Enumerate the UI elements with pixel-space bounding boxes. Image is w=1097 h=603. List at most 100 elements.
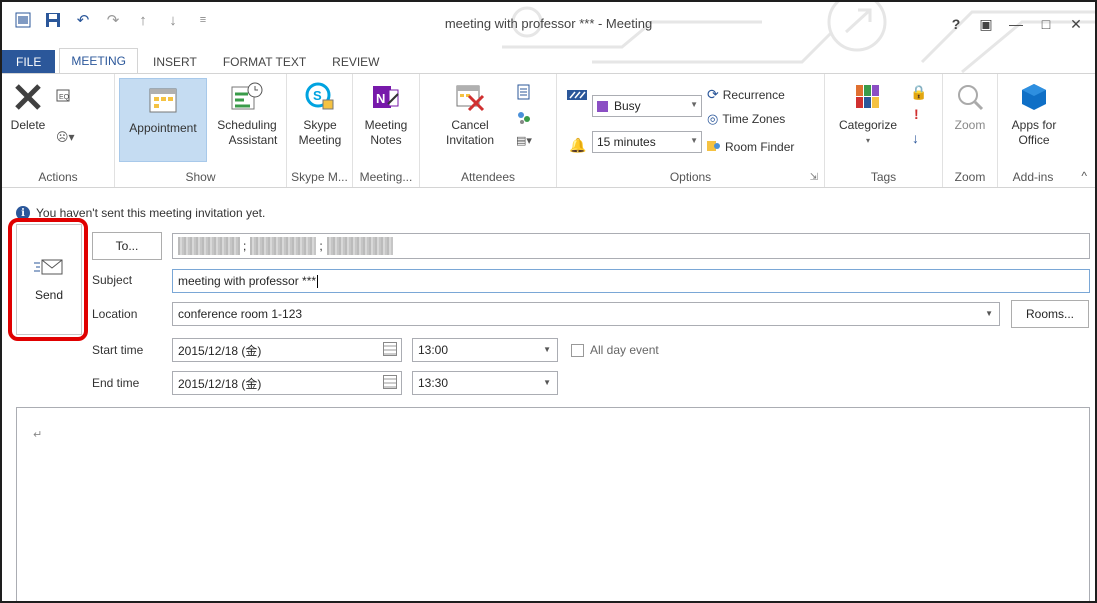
apps-for-office-icon <box>1017 80 1051 114</box>
globe-icon: ◎ <box>707 111 719 126</box>
tab-format-text[interactable]: FORMAT TEXT <box>212 50 317 74</box>
message-body-editor[interactable]: ↵ <box>16 407 1090 601</box>
high-importance-icon[interactable]: ! <box>914 106 919 122</box>
categorize-icon <box>851 80 885 114</box>
reminder-bell-icon: 🔔 <box>569 137 587 153</box>
cancel-invitation-button[interactable]: Cancel Invitation <box>442 80 498 148</box>
redacted-recipient <box>250 237 317 255</box>
rooms-button[interactable]: Rooms... <box>1011 300 1089 328</box>
chevron-down-icon: ▾ <box>865 136 870 145</box>
apps-for-office-button[interactable]: Apps for Office <box>1006 80 1062 148</box>
room-finder-button[interactable]: Room Finder <box>707 138 794 155</box>
end-time-dropdown[interactable]: 13:30 ▼ <box>412 371 558 395</box>
to-field[interactable]: ; ; <box>172 233 1090 259</box>
start-date-value: 2015/12/18 (金) <box>178 343 262 358</box>
address-book-icon[interactable] <box>516 84 532 103</box>
send-button[interactable]: Send <box>16 224 82 335</box>
group-label-options: Options <box>669 170 712 184</box>
show-as-dropdown[interactable]: Busy ▼ <box>592 95 702 117</box>
magnifier-icon <box>953 80 987 114</box>
scheduling-assistant-button[interactable]: Scheduling Assistant <box>209 80 285 148</box>
group-show: Appointment Scheduling Assistant Show <box>115 74 287 187</box>
help-button[interactable]: ? <box>941 12 971 36</box>
zoom-button[interactable]: Zoom <box>949 80 991 133</box>
calendar-picker-icon[interactable] <box>383 342 397 356</box>
categorize-button[interactable]: Categorize ▾ <box>835 80 901 148</box>
ignore-icon[interactable]: EQ <box>56 88 72 107</box>
delete-button[interactable]: Delete <box>8 80 48 133</box>
title-bar: ↶ ↷ ↑ ↓ ≡ meeting with professor *** - M… <box>2 2 1095 74</box>
calendar-icon <box>146 83 180 117</box>
svg-text:S: S <box>313 88 322 103</box>
location-label: Location <box>92 307 138 321</box>
to-button[interactable]: To... <box>92 232 162 260</box>
options-launcher-icon[interactable]: ⇲ <box>810 172 818 183</box>
time-zones-button[interactable]: ◎ Time Zones <box>707 111 785 127</box>
group-tags: Categorize ▾ 🔒 ! ↓ Tags <box>825 74 943 187</box>
tab-review[interactable]: REVIEW <box>321 50 390 74</box>
group-meeting-notes: N Meeting Notes Meeting... <box>353 74 420 187</box>
svg-text:N: N <box>376 91 385 106</box>
group-label-zoom: Zoom <box>954 170 986 184</box>
window-controls: ? ▣ — □ ✕ <box>941 12 1091 36</box>
calendar-picker-icon[interactable] <box>383 375 397 389</box>
group-attendees: Cancel Invitation ▤▾ Attendees <box>420 74 557 187</box>
skype-icon: S <box>303 80 337 114</box>
subject-input[interactable]: meeting with professor *** <box>172 269 1090 293</box>
start-time-label: Start time <box>92 343 144 357</box>
ribbon-display-options-icon[interactable]: ▣ <box>971 12 1001 36</box>
meeting-notes-button[interactable]: N Meeting Notes <box>361 80 411 148</box>
group-label-skype: Skype M... <box>291 170 348 184</box>
recurrence-button[interactable]: ⟳ Recurrence <box>707 86 785 103</box>
all-day-event-checkbox[interactable]: All day event <box>571 343 659 357</box>
group-zoom: Zoom Zoom <box>943 74 998 187</box>
ribbon-tabs: FILE MEETING INSERT FORMAT TEXT REVIEW <box>2 48 1095 74</box>
redacted-recipient <box>178 237 240 255</box>
maximize-button[interactable]: □ <box>1031 12 1061 36</box>
show-as-icon <box>567 88 587 105</box>
tab-meeting[interactable]: MEETING <box>59 48 139 74</box>
end-date-picker[interactable]: 2015/12/18 (金) <box>172 371 402 395</box>
junk-dropdown-icon[interactable]: ☹▾ <box>56 130 75 144</box>
group-skype: S Skype Meeting Skype M... <box>287 74 353 187</box>
meeting-window: ↶ ↷ ↑ ↓ ≡ meeting with professor *** - M… <box>0 0 1097 603</box>
onenote-icon: N <box>369 80 403 114</box>
check-names-icon[interactable] <box>516 110 532 129</box>
window-title: meeting with professor *** - Meeting <box>444 16 653 31</box>
tab-insert[interactable]: INSERT <box>142 50 208 74</box>
response-options-icon[interactable]: ▤▾ <box>516 134 532 147</box>
appointment-button[interactable]: Appointment <box>119 78 207 162</box>
tab-file[interactable]: FILE <box>2 50 56 74</box>
group-label-meeting-notes: Meeting... <box>359 170 413 184</box>
send-label: Send <box>34 288 64 302</box>
collapse-ribbon-icon[interactable]: ^ <box>1081 169 1087 183</box>
reminder-dropdown[interactable]: 15 minutes ▼ <box>592 131 702 153</box>
room-finder-icon <box>707 138 721 155</box>
group-label-attendees: Attendees <box>460 170 516 184</box>
chevron-down-icon[interactable]: ▼ <box>985 309 993 318</box>
svg-text:EQ: EQ <box>59 94 70 101</box>
chevron-down-icon: ▼ <box>690 100 698 109</box>
skype-meeting-button[interactable]: S Skype Meeting <box>295 80 345 148</box>
group-label-actions: Actions <box>38 170 78 184</box>
low-importance-icon[interactable]: ↓ <box>912 130 919 146</box>
start-time-dropdown[interactable]: 13:00 ▼ <box>412 338 558 362</box>
minimize-button[interactable]: — <box>1001 12 1031 36</box>
checkbox-box <box>571 343 584 357</box>
busy-color-swatch <box>597 100 608 112</box>
recurrence-icon: ⟳ <box>707 86 719 102</box>
ribbon: Delete EQ ☹▾ Actions Appointment Schedul… <box>2 73 1095 188</box>
group-options: Busy ▼ 🔔 15 minutes ▼ ⟳ Recurrence ◎ Tim… <box>557 74 825 187</box>
end-time-label: End time <box>92 376 140 390</box>
start-time-value: 13:00 <box>418 343 449 357</box>
subject-label: Subject <box>92 273 133 287</box>
close-button[interactable]: ✕ <box>1061 12 1091 36</box>
chevron-down-icon[interactable]: ▼ <box>543 378 551 387</box>
group-label-tags: Tags <box>870 170 897 184</box>
cancel-calendar-icon <box>453 80 487 114</box>
location-input[interactable]: conference room 1-123 ▼ <box>172 302 1000 326</box>
start-date-picker[interactable]: 2015/12/18 (金) <box>172 338 402 362</box>
private-lock-icon[interactable]: 🔒 <box>910 84 927 101</box>
chevron-down-icon[interactable]: ▼ <box>543 345 551 354</box>
subject-value: meeting with professor *** <box>178 274 317 288</box>
